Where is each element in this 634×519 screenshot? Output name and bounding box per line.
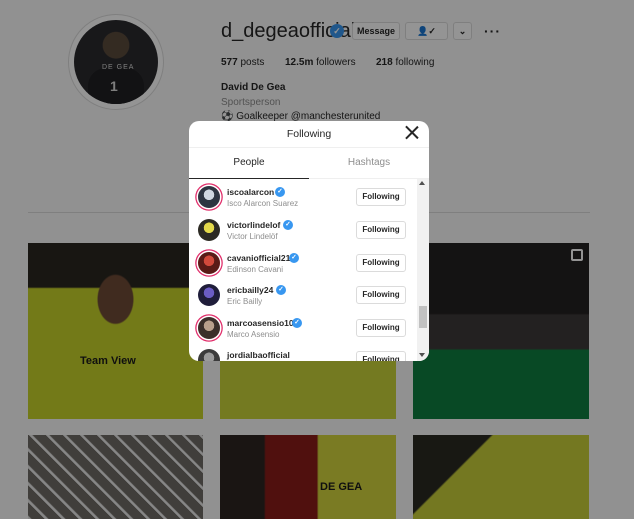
avatar[interactable] [198, 284, 220, 306]
list-item[interactable]: cavaniofficial21 ✓ Edinson Cavani Follow… [189, 247, 417, 280]
scroll-up-arrow-icon[interactable] [419, 181, 425, 185]
list-item-handle[interactable]: cavaniofficial21 [227, 253, 290, 263]
verified-icon: ✓ [276, 285, 286, 295]
dialog-tabs: People Hashtags [189, 148, 429, 179]
list-item-name: Edinson Cavani [227, 265, 284, 274]
following-button[interactable]: Following [356, 254, 406, 272]
verified-icon: ✓ [289, 253, 299, 263]
following-button[interactable]: Following [356, 351, 406, 361]
dialog-title: Following [286, 128, 332, 140]
following-list[interactable]: iscoalarcon ✓ Isco Alarcon Suarez Follow… [189, 179, 417, 361]
list-item[interactable]: jordialbaofficial Following [189, 344, 417, 361]
list-item-name: Eric Bailly [227, 297, 263, 306]
close-icon[interactable] [405, 125, 419, 139]
following-button[interactable]: Following [356, 221, 406, 239]
avatar[interactable] [198, 349, 220, 361]
avatar[interactable] [198, 252, 220, 274]
avatar[interactable] [198, 317, 220, 339]
list-item-handle[interactable]: iscoalarcon [227, 187, 274, 197]
scrollbar-thumb[interactable] [419, 306, 427, 328]
list-item-name: Marco Asensio [227, 330, 280, 339]
list-item[interactable]: victorlindelof ✓ Victor Lindelöf Followi… [189, 214, 417, 247]
following-button[interactable]: Following [356, 286, 406, 304]
list-item[interactable]: ericbailly24 ✓ Eric Bailly Following [189, 279, 417, 312]
list-item-handle[interactable]: victorlindelof [227, 220, 280, 230]
scroll-down-arrow-icon[interactable] [419, 353, 425, 357]
list-item-handle[interactable]: jordialbaofficial [227, 350, 290, 360]
following-button[interactable]: Following [356, 188, 406, 206]
following-button[interactable]: Following [356, 319, 406, 337]
list-item[interactable]: iscoalarcon ✓ Isco Alarcon Suarez Follow… [189, 181, 417, 214]
tab-hashtags[interactable]: Hashtags [309, 157, 429, 168]
verified-icon: ✓ [275, 187, 285, 197]
list-item-handle[interactable]: ericbailly24 [227, 285, 273, 295]
avatar[interactable] [198, 186, 220, 208]
list-item-handle[interactable]: marcoasensio10 [227, 318, 294, 328]
list-item[interactable]: marcoasensio10 ✓ Marco Asensio Following [189, 312, 417, 345]
verified-icon: ✓ [283, 220, 293, 230]
following-dialog: Following People Hashtags iscoalarcon ✓ … [189, 121, 429, 361]
following-list-scrollbar[interactable] [417, 179, 429, 361]
verified-icon: ✓ [292, 318, 302, 328]
avatar[interactable] [198, 219, 220, 241]
list-item-name: Victor Lindelöf [227, 232, 278, 241]
dialog-header: Following [189, 121, 429, 148]
list-item-name: Isco Alarcon Suarez [227, 199, 299, 208]
tab-people[interactable]: People [189, 157, 309, 168]
